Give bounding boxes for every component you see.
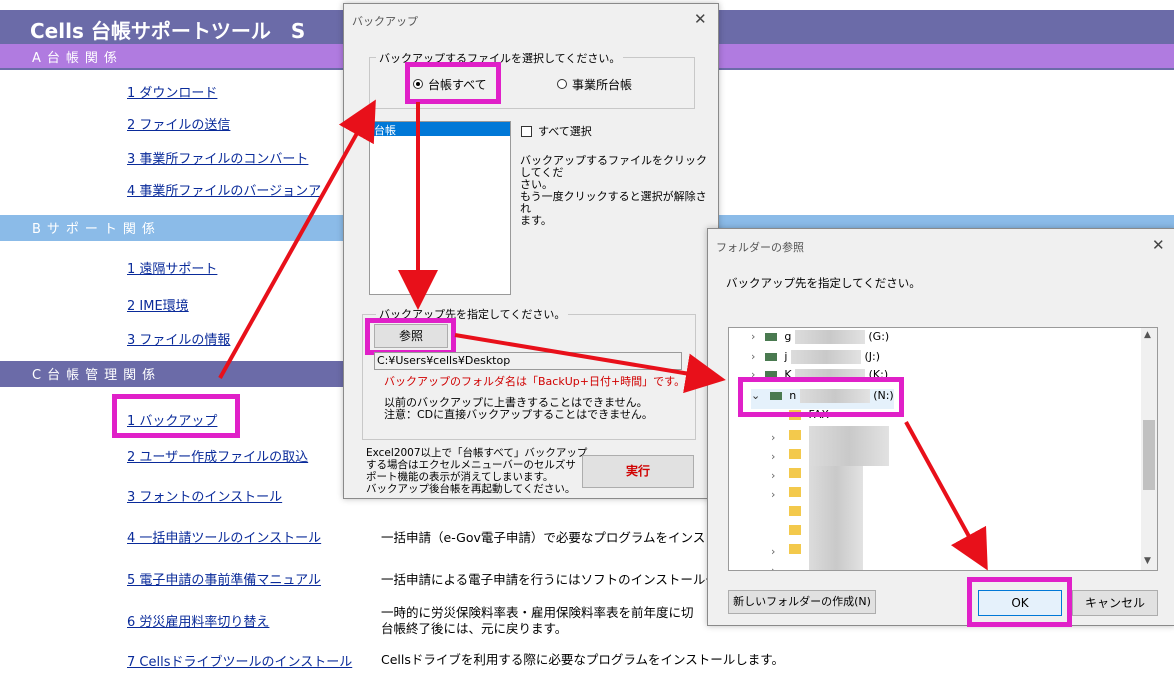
arrow-browse-to-drive	[454, 333, 726, 394]
annotation-arrows	[218, 99, 988, 571]
arrow-menu-to-radio	[218, 99, 376, 379]
arrow-drive-to-ok	[904, 421, 988, 571]
